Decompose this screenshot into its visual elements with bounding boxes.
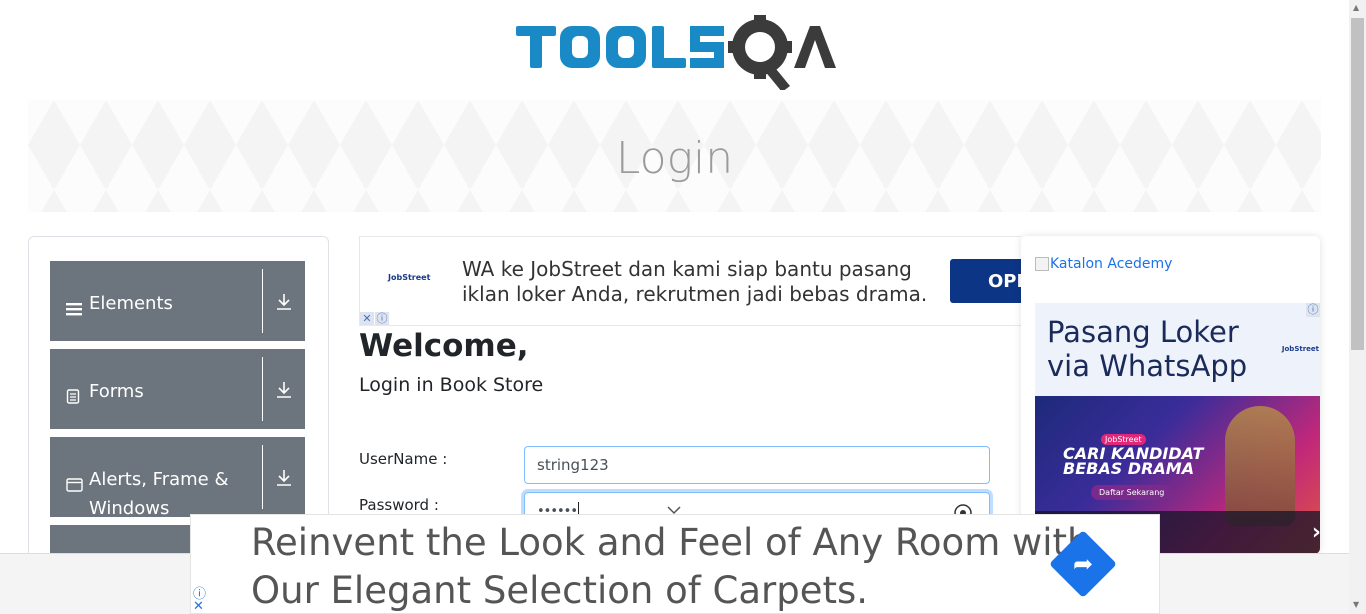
ad-text-line: Our Elegant Selection of Carpets.: [251, 569, 869, 612]
scroll-down-icon[interactable]: ▼: [1353, 600, 1359, 609]
ad-image-text-line: BEBAS DRAMA: [1063, 459, 1195, 478]
document-icon: [66, 384, 84, 413]
username-label: UserName :: [359, 450, 448, 468]
ad-text-line: iklan loker Anda, rekrutmen jadi bebas d…: [462, 282, 928, 306]
ad-text-line: Reinvent the Look and Feel of Any Room w…: [251, 521, 1091, 564]
ad-text: WA ke JobStreet dan kami siap bantu pasa…: [462, 257, 927, 307]
group-header[interactable]: Elements: [50, 261, 262, 325]
page-banner: Login: [28, 100, 1321, 212]
katalon-alt-text: Katalon Acedemy: [1050, 256, 1173, 272]
broken-image-icon: [1035, 257, 1049, 271]
group-label: Forms: [89, 381, 144, 402]
close-icon[interactable]: ✕: [360, 312, 374, 325]
ad-headline-line: Pasang Loker: [1047, 315, 1239, 349]
expand-arrow-icon[interactable]: [263, 261, 305, 311]
username-value: string123: [537, 456, 609, 474]
welcome-heading: Welcome,: [359, 328, 529, 364]
ad-choices[interactable]: ✕ ⓘ: [360, 312, 389, 325]
ad-person-illustration: [1225, 406, 1295, 526]
top-advertisement[interactable]: JobStreet WA ke JobStreet dan kami siap …: [359, 236, 1021, 326]
toolsqa-logo[interactable]: [514, 14, 838, 92]
jobstreet-logo: JobStreet: [1281, 345, 1319, 353]
ad-headline-line: via WhatsApp: [1047, 349, 1248, 383]
logo-graphic: [516, 15, 836, 92]
hamburger-icon: [66, 296, 84, 325]
jobstreet-logo: JobStreet: [388, 273, 431, 282]
ad-choices[interactable]: ⓘ ✕: [1306, 303, 1320, 317]
ad-headline: Pasang Loker via WhatsApp: [1047, 315, 1247, 383]
chevron-right-icon[interactable]: ›: [1312, 520, 1320, 545]
group-header[interactable]: Forms: [50, 349, 262, 413]
group-label: Elements: [89, 293, 173, 314]
page: Login Elements Forms Alerts, Frame & Win…: [0, 0, 1366, 614]
page-title: Login: [615, 132, 734, 184]
katalon-academy-link[interactable]: Katalon Acedemy: [1035, 256, 1172, 272]
password-label: Password :: [359, 496, 439, 514]
expand-arrow-icon[interactable]: [263, 349, 305, 399]
close-icon[interactable]: ✕: [193, 599, 204, 614]
info-icon[interactable]: ⓘ: [1306, 303, 1320, 317]
username-input[interactable]: string123: [524, 446, 990, 484]
ad-open-button[interactable]: OPE: [950, 259, 1021, 303]
bottom-advertisement[interactable]: Reinvent the Look and Feel of Any Room w…: [190, 514, 1160, 614]
arrow-right-icon: ➦: [1072, 549, 1094, 578]
group-header[interactable]: Alerts, Frame & Windows: [50, 437, 262, 523]
vertical-scrollbar[interactable]: ▲ ▼: [1349, 0, 1366, 614]
sidebar-group-forms[interactable]: Forms: [50, 349, 305, 429]
scrollbar-thumb[interactable]: [1351, 18, 1364, 350]
ad-text: Reinvent the Look and Feel of Any Room w…: [251, 519, 1091, 614]
info-icon[interactable]: ⓘ: [375, 312, 389, 325]
login-subtitle: Login in Book Store: [359, 374, 544, 396]
ad-signup-button[interactable]: Daftar Sekarang: [1091, 485, 1173, 500]
sidebar-group-elements[interactable]: Elements: [50, 261, 305, 341]
ad-text-line: WA ke JobStreet dan kami siap bantu pasa…: [462, 257, 912, 281]
sidebar-group-alerts[interactable]: Alerts, Frame & Windows: [50, 437, 305, 519]
window-icon: [66, 472, 84, 501]
right-ad-panel: Katalon Acedemy Pasang Loker via WhatsAp…: [1021, 236, 1320, 554]
scroll-up-icon[interactable]: ▲: [1353, 3, 1359, 12]
expand-arrow-icon[interactable]: [263, 437, 305, 487]
ad-image-text: CARI KANDIDAT BEBAS DRAMA: [1063, 446, 1203, 478]
